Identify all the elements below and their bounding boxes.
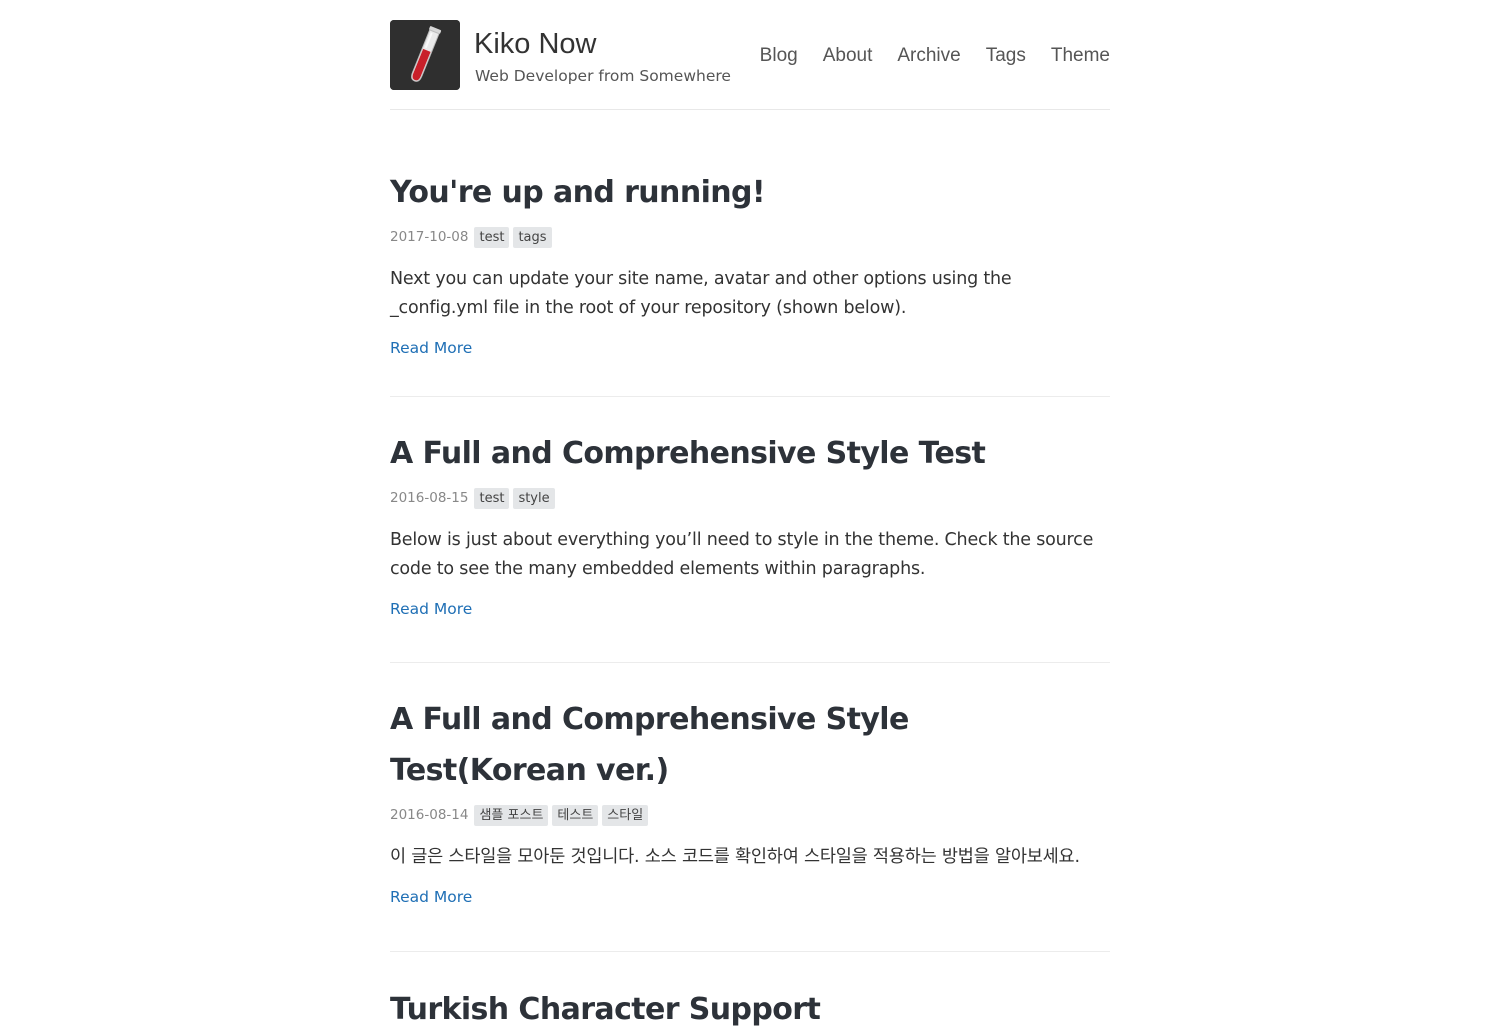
nav-link-theme[interactable]: Theme: [1051, 44, 1110, 68]
post-title[interactable]: Turkish Character Support: [390, 984, 1110, 1035]
post-meta: 2016-08-15 test style: [390, 487, 1110, 509]
post-title[interactable]: You're up and running!: [390, 167, 1110, 218]
read-more-link[interactable]: Read More: [390, 886, 472, 908]
main-nav: Blog About Archive Tags Theme: [735, 44, 1110, 68]
post-tag[interactable]: style: [513, 487, 555, 509]
post-item: Turkish Character Support: [390, 952, 1110, 1035]
post-date: 2016-08-15: [390, 490, 469, 506]
page-container: Kiko Now Web Developer from Somewhere Bl…: [390, 0, 1110, 1035]
post-item: A Full and Comprehensive Style Test 2016…: [390, 397, 1110, 663]
post-excerpt: Next you can update your site name, avat…: [390, 269, 1012, 318]
post-date: 2017-10-08: [390, 229, 469, 245]
post-excerpt: Below is just about everything you’ll ne…: [390, 530, 1094, 579]
post-meta: 2017-10-08 test tags: [390, 226, 1110, 248]
nav-link-blog[interactable]: Blog: [760, 44, 798, 68]
read-more-link[interactable]: Read More: [390, 598, 472, 620]
test-tube-icon: [390, 20, 460, 90]
site-description: Web Developer from Somewhere: [475, 67, 731, 85]
nav-link-about[interactable]: About: [823, 44, 873, 68]
post-tag[interactable]: test: [474, 226, 510, 248]
post-tag[interactable]: 테스트: [552, 804, 599, 826]
post-tag[interactable]: 스타일: [602, 804, 649, 826]
read-more-link[interactable]: Read More: [390, 337, 472, 359]
nav-link-tags[interactable]: Tags: [986, 44, 1026, 68]
post-title[interactable]: A Full and Comprehensive Style Test: [390, 428, 1110, 479]
post-tag[interactable]: tags: [513, 226, 552, 248]
post-title[interactable]: A Full and Comprehensive Style Test(Kore…: [390, 694, 1110, 796]
site-title[interactable]: Kiko Now: [474, 26, 597, 62]
post-item: A Full and Comprehensive Style Test(Kore…: [390, 663, 1110, 952]
post-date: 2016-08-14: [390, 807, 469, 823]
nav-link-archive[interactable]: Archive: [897, 44, 960, 68]
post-excerpt: 이 글은 스타일을 모아둔 것입니다. 소스 코드를 확인하여 스타일을 적용하…: [390, 847, 1080, 867]
post-item: You're up and running! 2017-10-08 test t…: [390, 110, 1110, 397]
site-avatar[interactable]: [390, 20, 460, 90]
post-meta: 2016-08-14 샘플 포스트 테스트 스타일: [390, 804, 1110, 826]
post-tag[interactable]: test: [474, 487, 510, 509]
site-header: Kiko Now Web Developer from Somewhere Bl…: [390, 0, 1110, 110]
post-tag[interactable]: 샘플 포스트: [474, 804, 549, 826]
